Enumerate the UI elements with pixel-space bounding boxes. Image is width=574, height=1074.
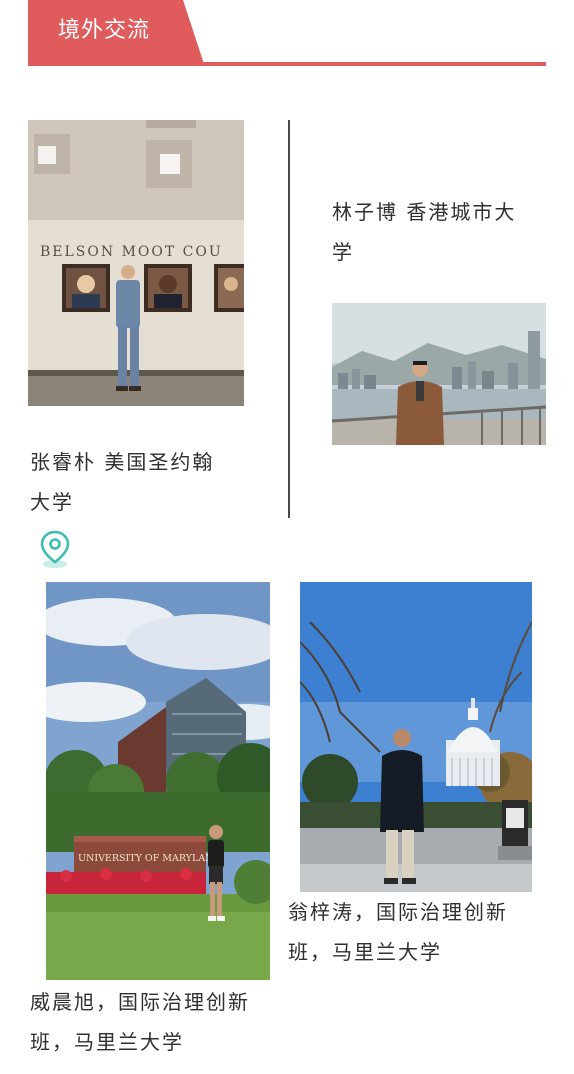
caption-student-3-line1: 威晨旭，国际治理创新 [30,990,250,1014]
caption-student-2: 林子博 香港城市大 学 [332,192,516,272]
section-title: 境外交流 [58,18,151,43]
photo-student-1: BELSON MOOT COU [28,120,244,406]
caption-student-4: 翁梓涛，国际治理创新 班，马里兰大学 [288,892,508,972]
caption-student-1: 张睿朴 美国圣约翰 大学 [30,442,214,522]
caption-student-3-line2: 班，马里兰大学 [30,1030,184,1054]
caption-student-3: 威晨旭，国际治理创新 班，马里兰大学 [30,982,250,1062]
caption-student-1-line2: 大学 [30,490,74,514]
caption-student-4-line2: 班，马里兰大学 [288,940,442,964]
caption-student-2-line1: 林子博 香港城市大 [332,200,517,224]
photo-student-3: UNIVERSITY OF MARYLAND [46,582,270,980]
campus-sign-text: UNIVERSITY OF MARYLAND [78,853,222,864]
map-pin-icon [38,528,72,570]
section-header: 境外交流 [28,0,546,70]
photo-student-4 [300,582,532,892]
column-divider [288,120,290,518]
wall-sign-text: BELSON MOOT COU [40,244,223,260]
caption-student-2-line2: 学 [332,240,354,264]
photo-student-2 [332,303,546,445]
caption-student-4-line1: 翁梓涛，国际治理创新 [288,900,508,924]
section-divider-line [28,62,546,66]
caption-student-1-line1: 张睿朴 美国圣约翰 [30,450,215,474]
